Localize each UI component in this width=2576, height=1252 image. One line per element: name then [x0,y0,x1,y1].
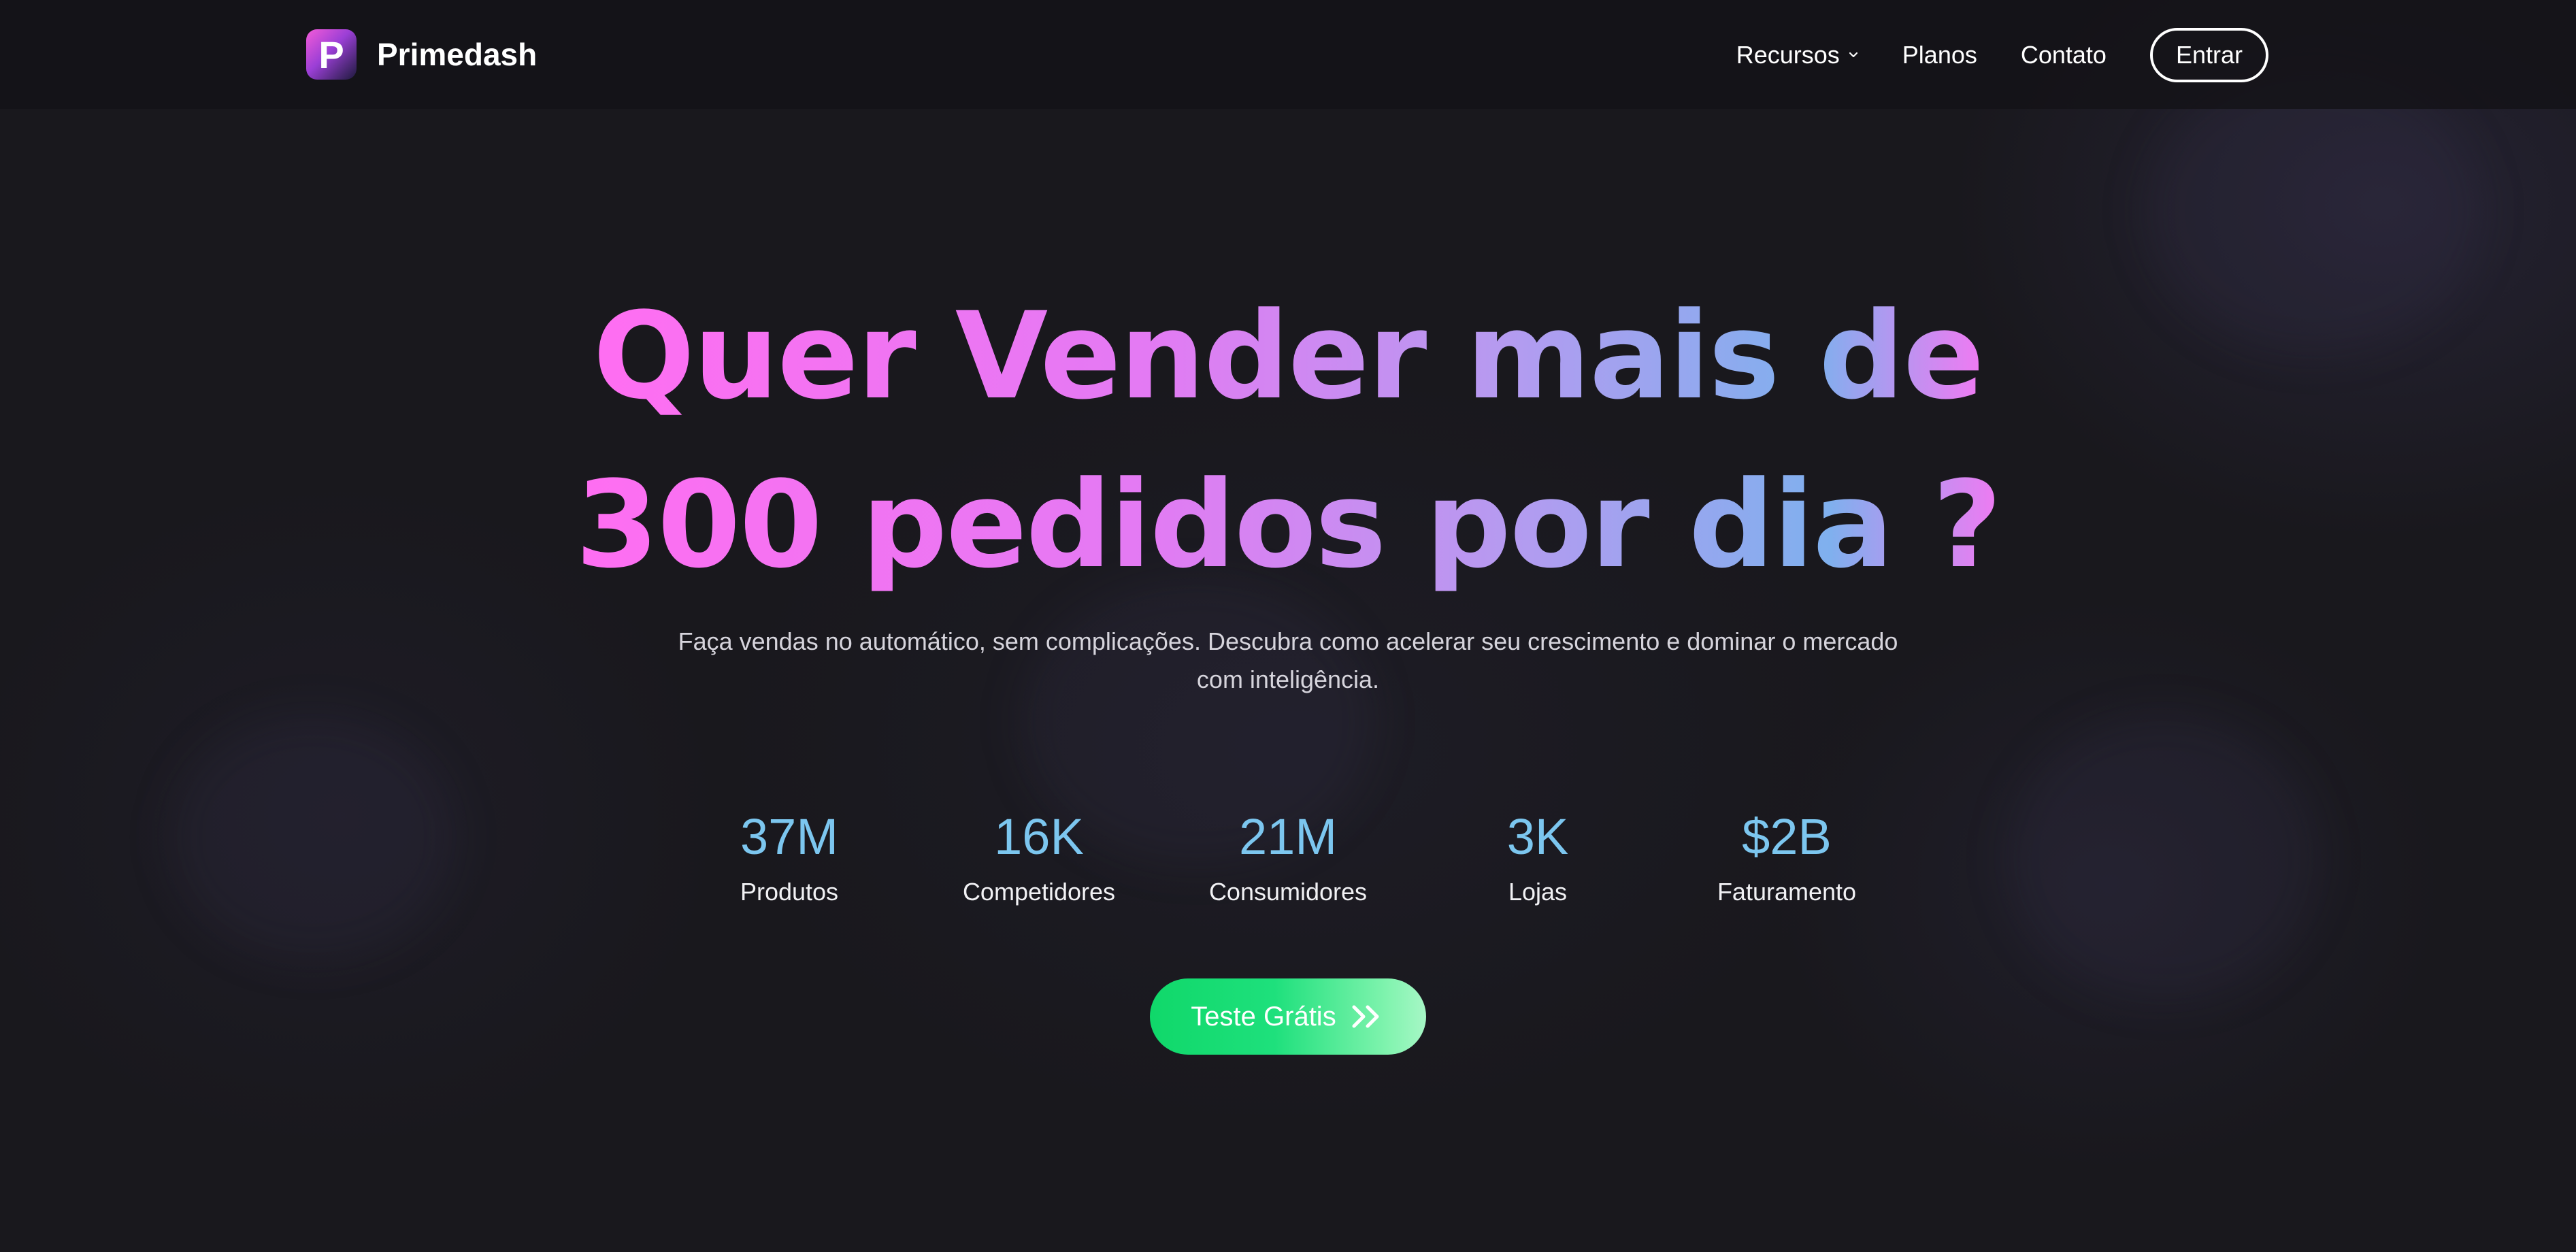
top-navbar: P Primedash Recursos Planos Contato Entr… [0,0,2576,109]
hero-subtitle: Faça vendas no automático, sem complicaç… [678,627,1898,693]
stat-label: Consumidores [1208,878,1368,906]
free-trial-button[interactable]: Teste Grátis [1150,978,1426,1055]
login-button[interactable]: Entrar [2149,28,2268,82]
chevron-down-icon [1849,52,1857,58]
brand-name: Primedash [377,37,538,72]
stat-label: Produtos [740,878,839,906]
stat-value: $2B [1742,808,1832,865]
landing-page: P Primedash Recursos Planos Contato Entr… [0,0,2576,1252]
stat-label: Competidores [962,878,1116,906]
stat-value: 3K [1506,808,1569,865]
nav-item-label: Recursos [1736,41,1840,69]
nav-item-recursos[interactable]: Recursos [1736,41,1859,69]
stats-row: 37M Produtos 16K Competidores 21M Consum… [680,803,1896,912]
stat-value: 16K [994,808,1084,865]
stat-faturamento: $2B Faturamento [1678,803,1896,909]
stat-competidores: 16K Competidores [930,803,1148,909]
logo-icon: P [306,29,357,80]
nav-item-label: Contato [2020,41,2107,69]
main-nav: Recursos Planos Contato Entrar [1736,27,2268,83]
nav-item-planos[interactable]: Planos [1902,41,1977,69]
hero-headline: Quer Vender mais de 300 pedidos por dia … [0,272,2576,610]
double-chevron-right-icon [1352,1005,1379,1028]
stat-consumidores: 21M Consumidores [1179,803,1397,909]
brand-logo[interactable]: P Primedash [306,29,537,80]
cta-label: Teste Grátis [1191,1001,1336,1032]
nav-item-contato[interactable]: Contato [2021,41,2107,69]
stat-value: 21M [1239,808,1337,865]
headline-line-2: 300 pedidos por dia ? [575,455,2002,595]
background-blob [170,714,456,959]
nav-item-label: Planos [1902,41,1977,69]
stat-label: Faturamento [1717,878,1857,906]
stat-lojas: 3K Lojas [1429,803,1647,909]
headline-line-1: Quer Vender mais de [593,286,1985,426]
stat-value: 37M [740,808,838,865]
stat-produtos: 37M Produtos [680,803,898,909]
stat-label: Lojas [1508,878,1568,906]
background-blob [2007,714,2320,1000]
